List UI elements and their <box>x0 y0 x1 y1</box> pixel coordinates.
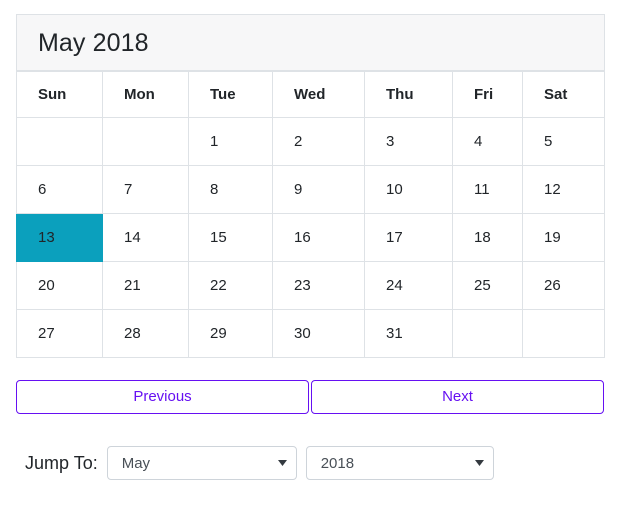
calendar-day-cell[interactable]: 8 <box>188 165 273 214</box>
calendar-container: May 2018 Sun Mon Tue Wed Thu Fri Sat 123… <box>16 14 605 358</box>
weekday-header-fri: Fri <box>452 71 523 118</box>
previous-month-button[interactable]: Previous <box>16 380 309 414</box>
weekday-header-thu: Thu <box>364 71 453 118</box>
calendar-body: 1 2 3 4 5 6 7 8 9 10 11 12 13 14 15 16 17 18 19 20 21 22 23 24 2… <box>16 117 605 358</box>
calendar-day-cell[interactable]: 30 <box>272 309 365 358</box>
calendar-cell-empty <box>452 309 523 358</box>
weekday-header-tue: Tue <box>188 71 273 118</box>
chevron-down-icon <box>464 460 493 466</box>
calendar-day-cell[interactable]: 23 <box>272 261 365 310</box>
calendar-day-cell[interactable]: 11 <box>452 165 523 214</box>
calendar-day-cell[interactable]: 3 <box>364 117 453 166</box>
weekday-header-sun: Sun <box>16 71 103 118</box>
calendar-day-cell[interactable]: 31 <box>364 309 453 358</box>
calendar-day-cell[interactable]: 19 <box>522 213 605 262</box>
calendar-week-row: 27 28 29 30 31 <box>16 309 605 358</box>
jump-to-label: Jump To: <box>25 452 98 473</box>
calendar-day-cell[interactable]: 15 <box>188 213 273 262</box>
calendar-day-cell[interactable]: 27 <box>16 309 103 358</box>
calendar-day-cell[interactable]: 4 <box>452 117 523 166</box>
calendar-day-cell[interactable]: 17 <box>364 213 453 262</box>
calendar-day-cell[interactable]: 28 <box>102 309 189 358</box>
calendar-day-cell[interactable]: 7 <box>102 165 189 214</box>
calendar-day-cell[interactable]: 6 <box>16 165 103 214</box>
calendar-day-cell[interactable]: 12 <box>522 165 605 214</box>
weekday-header-sat: Sat <box>522 71 605 118</box>
calendar-header-row: Sun Mon Tue Wed Thu Fri Sat <box>16 71 605 118</box>
calendar-navigation: Previous Next <box>16 380 604 414</box>
calendar-day-cell[interactable]: 24 <box>364 261 453 310</box>
calendar-day-cell[interactable]: 18 <box>452 213 523 262</box>
calendar-cell-empty <box>522 309 605 358</box>
calendar-day-cell[interactable]: 2 <box>272 117 365 166</box>
jump-to-row: Jump To: May 2018 <box>25 446 503 480</box>
calendar-day-cell[interactable]: 16 <box>272 213 365 262</box>
calendar-widget: May 2018 Sun Mon Tue Wed Thu Fri Sat 123… <box>0 0 631 511</box>
calendar-week-row: 20 21 22 23 24 25 26 <box>16 261 605 310</box>
calendar-week-row: 13 14 15 16 17 18 19 <box>16 213 605 262</box>
calendar-table: May 2018 Sun Mon Tue Wed Thu Fri Sat 123… <box>16 14 605 358</box>
calendar-day-cell[interactable]: 25 <box>452 261 523 310</box>
calendar-cell-blank <box>16 117 103 166</box>
calendar-day-cell[interactable]: 10 <box>364 165 453 214</box>
calendar-week-row: 12345 <box>16 117 605 166</box>
weekday-header-mon: Mon <box>102 71 189 118</box>
month-select-value: May <box>121 454 151 472</box>
year-select[interactable]: 2018 <box>305 446 494 480</box>
calendar-day-cell[interactable]: 21 <box>102 261 189 310</box>
next-month-button[interactable]: Next <box>311 380 604 414</box>
calendar-week-row: 6 7 8 9 10 11 12 <box>16 165 605 214</box>
calendar-day-cell[interactable]: 14 <box>102 213 189 262</box>
calendar-day-cell[interactable]: 9 <box>272 165 365 214</box>
calendar-day-cell[interactable]: 20 <box>16 261 103 310</box>
weekday-header-wed: Wed <box>272 71 365 118</box>
calendar-day-cell[interactable]: 1 <box>188 117 273 166</box>
calendar-day-cell[interactable]: 5 <box>522 117 605 166</box>
month-select[interactable]: May <box>106 446 297 480</box>
calendar-day-cell[interactable]: 22 <box>188 261 273 310</box>
year-select-value: 2018 <box>320 454 355 472</box>
calendar-cell-blank <box>102 117 189 166</box>
calendar-day-cell[interactable]: 29 <box>188 309 273 358</box>
chevron-down-icon <box>267 460 296 466</box>
calendar-day-selected[interactable]: 13 <box>16 213 103 262</box>
calendar-month-title: May 2018 <box>16 14 605 71</box>
calendar-day-cell[interactable]: 26 <box>522 261 605 310</box>
